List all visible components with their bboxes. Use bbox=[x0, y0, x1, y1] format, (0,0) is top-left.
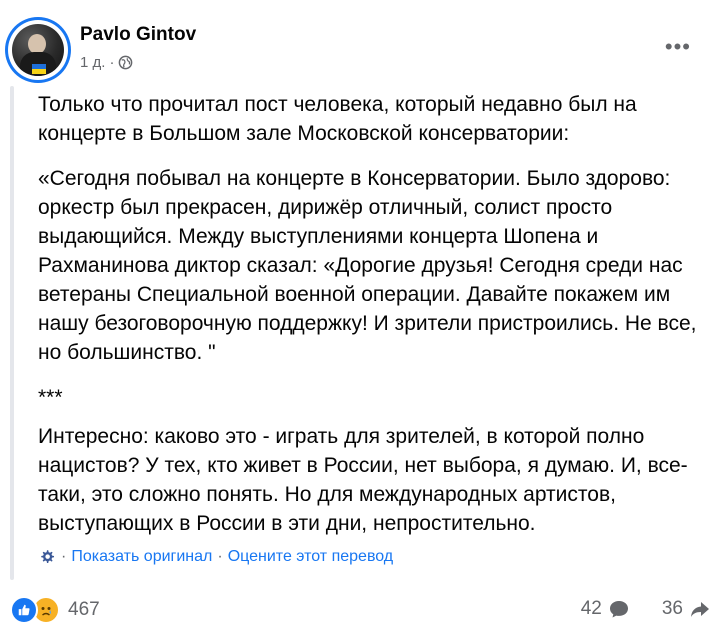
meta-separator: · bbox=[109, 54, 115, 71]
shares-count[interactable]: 36 bbox=[662, 598, 683, 620]
post-paragraph: «Сегодня побывал на концерте в Консерват… bbox=[38, 167, 697, 364]
post-paragraph: Только что прочитал пост человека, котор… bbox=[38, 93, 637, 145]
post-paragraph: *** bbox=[38, 386, 63, 409]
translation-separator: · bbox=[217, 548, 223, 565]
reactions-summary[interactable]: 467 bbox=[10, 596, 100, 624]
avatar-head-shape bbox=[28, 34, 46, 54]
translation-separator: · bbox=[61, 548, 67, 565]
author-name[interactable]: Pavlo Gintov bbox=[80, 24, 196, 46]
like-icon bbox=[10, 596, 38, 624]
avatar[interactable] bbox=[8, 20, 68, 80]
translation-row: · Показать оригинал · Оцените этот перев… bbox=[38, 548, 393, 566]
avatar-photo bbox=[12, 24, 64, 76]
show-original-link[interactable]: Показать оригинал bbox=[71, 548, 212, 566]
translation-bar bbox=[10, 86, 14, 580]
ukraine-flag-icon bbox=[32, 64, 46, 74]
rate-translation-link[interactable]: Оцените этот перевод bbox=[228, 548, 393, 566]
engagement-stats: 42 36 bbox=[581, 598, 711, 620]
share-icon[interactable] bbox=[689, 598, 711, 620]
facebook-post: Pavlo Gintov 1 д. · ••• Только что прочи… bbox=[0, 0, 725, 644]
comment-icon[interactable] bbox=[608, 598, 630, 620]
post-paragraph: Интересно: каково это - играть для зрите… bbox=[38, 425, 688, 535]
reactions-count: 467 bbox=[68, 599, 100, 620]
post-body: Только что прочитал пост человека, котор… bbox=[38, 90, 708, 554]
more-options-icon[interactable]: ••• bbox=[665, 34, 691, 60]
translate-settings-icon[interactable] bbox=[38, 548, 56, 566]
post-time[interactable]: 1 д. bbox=[80, 54, 105, 71]
globe-icon[interactable] bbox=[118, 55, 133, 70]
post-meta: 1 д. · bbox=[80, 54, 133, 71]
comments-count[interactable]: 42 bbox=[581, 598, 602, 620]
